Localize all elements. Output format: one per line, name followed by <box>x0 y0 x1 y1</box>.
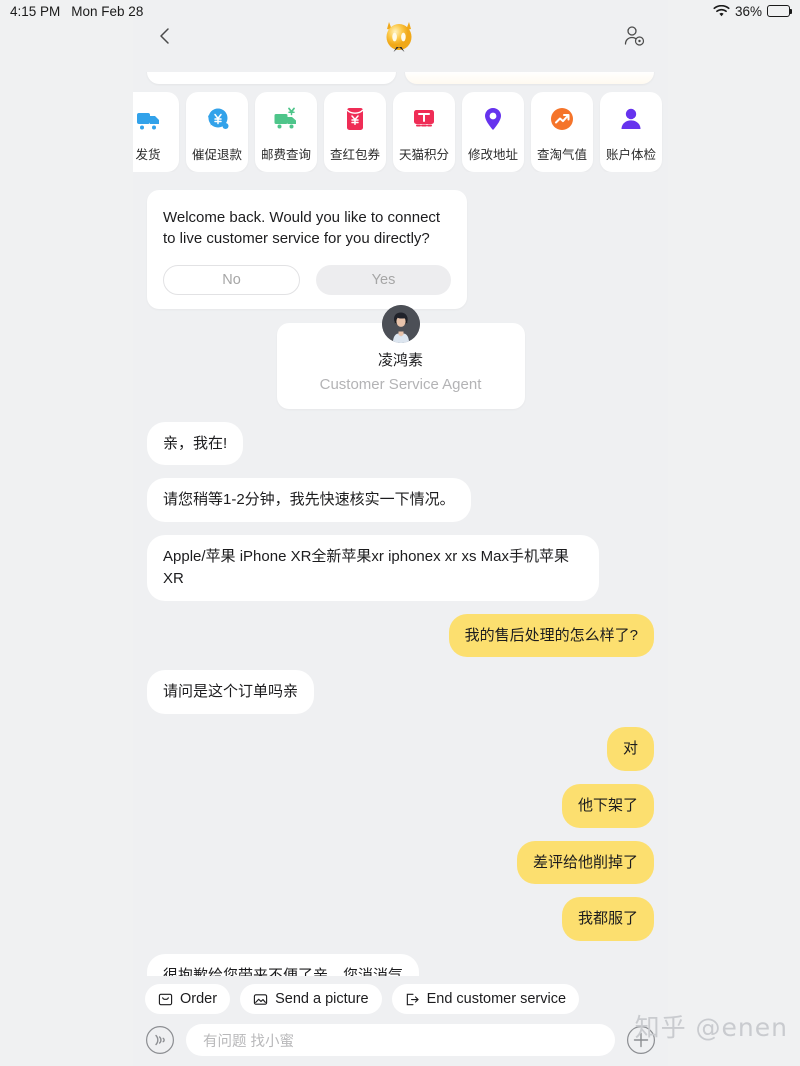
tmall-points-icon <box>409 104 439 134</box>
image-icon <box>253 993 268 1005</box>
message-row: 请您稍等1-2分钟，我先快速核实一下情况。 <box>147 478 654 523</box>
quick-action-label: 修改地址 <box>467 148 518 162</box>
agent-avatar <box>381 304 420 343</box>
quick-action-item[interactable]: 催促退款 <box>186 92 248 172</box>
message-row: 请问是这个订单吗亲 <box>147 670 654 715</box>
quick-action-item[interactable]: 账户体检 <box>600 92 662 172</box>
order-chip[interactable]: Order <box>145 984 231 1014</box>
battery-percent: 36% <box>734 3 762 19</box>
bottom-bar: Order Send a picture End customer servic… <box>133 976 668 1066</box>
send-picture-chip-label: Send a picture <box>275 991 369 1007</box>
message-bubble[interactable]: 请您稍等1-2分钟，我先快速核实一下情况。 <box>147 478 471 523</box>
agent-card[interactable]: 凌鸿素 Customer Service Agent <box>276 304 525 409</box>
quick-action-label: 发货 <box>135 148 161 162</box>
message-row: Apple/苹果 iPhone XR全新苹果xr iphonex xr xs M… <box>147 535 654 601</box>
quick-action-label: 查红包券 <box>329 148 380 162</box>
quick-action-label: 催促退款 <box>191 148 242 162</box>
message-bubble[interactable]: 他下架了 <box>561 783 654 828</box>
message-input-bar: 有问题 找小蜜 <box>145 1024 656 1056</box>
message-bubble[interactable]: 对 <box>606 727 654 771</box>
welcome-yes-button[interactable]: Yes <box>316 264 451 295</box>
end-service-chip[interactable]: End customer service <box>391 984 580 1014</box>
agent-role: Customer Service Agent <box>319 375 482 393</box>
red-packet-icon <box>340 104 370 134</box>
message-bubble[interactable]: 请问是这个订单吗亲 <box>147 670 315 715</box>
status-bar-right: 36% <box>713 3 793 19</box>
quick-action-item[interactable]: 查红包券 <box>324 92 386 172</box>
message-row: 对 <box>147 727 654 771</box>
message-bubble[interactable]: 亲，我在! <box>147 421 244 466</box>
message-bubble[interactable]: Apple/苹果 iPhone XR全新苹果xr iphonex xr xs M… <box>147 535 599 601</box>
battery-icon <box>767 5 793 17</box>
quick-action-item[interactable]: 修改地址 <box>462 92 524 172</box>
end-service-chip-label: End customer service <box>426 991 567 1007</box>
screen: 4:15 PM Mon Feb 28 36% 发货 催促退款 邮费查询 查红包券… <box>0 0 800 1066</box>
back-chevron-icon[interactable] <box>155 26 175 46</box>
refund-yen-icon <box>202 104 232 134</box>
quick-action-item[interactable]: 天猫积分 <box>393 92 455 172</box>
account-person-icon <box>616 104 646 134</box>
voice-wave-icon[interactable] <box>145 1025 175 1055</box>
action-chips: Order Send a picture End customer servic… <box>145 984 656 1014</box>
quick-action-item[interactable]: 查淘气值 <box>531 92 593 172</box>
quick-actions-row[interactable]: 发货 催促退款 邮费查询 查红包券 天猫积分 修改地址 查淘气值 账户体检 <box>133 84 668 172</box>
status-bar-left: 4:15 PM Mon Feb 28 <box>10 4 143 19</box>
message-bubble[interactable]: 差评给他削掉了 <box>516 840 654 885</box>
quick-action-label: 账户体检 <box>605 148 656 162</box>
status-date: Mon Feb 28 <box>71 3 144 19</box>
welcome-card: Welcome back. Would you like to connect … <box>147 190 467 309</box>
app-viewport: ·· ··· 发货 <box>133 0 668 1066</box>
wifi-icon <box>713 4 730 16</box>
welcome-buttons: No Yes <box>163 264 451 295</box>
status-bar: 4:15 PM Mon Feb 28 36% <box>0 0 800 22</box>
send-picture-chip[interactable]: Send a picture <box>240 984 382 1014</box>
welcome-text: Welcome back. Would you like to connect … <box>163 209 441 248</box>
shipping-fee-truck-icon <box>271 104 301 134</box>
quick-action-item[interactable]: 发货 <box>133 92 179 172</box>
agent-name: 凌鸿素 <box>377 351 423 369</box>
message-row: 我的售后处理的怎么样了? <box>147 613 654 658</box>
chat-scroll: Welcome back. Would you like to connect … <box>133 172 668 998</box>
plus-circle-icon[interactable] <box>626 1025 656 1055</box>
alime-bee-logo-icon <box>381 16 417 56</box>
profile-settings-icon[interactable] <box>622 24 646 48</box>
status-time: 4:15 PM <box>10 3 61 19</box>
message-bubble[interactable]: 我的售后处理的怎么样了? <box>448 613 654 658</box>
message-row: 亲，我在! <box>147 421 654 466</box>
message-row: 我都服了 <box>147 897 654 942</box>
quick-action-label: 查淘气值 <box>536 148 587 162</box>
message-input[interactable]: 有问题 找小蜜 <box>186 1024 615 1056</box>
welcome-no-button[interactable]: No <box>163 264 300 295</box>
quick-action-label: 天猫积分 <box>398 148 449 162</box>
message-bubble[interactable]: 我都服了 <box>561 897 654 942</box>
exit-arrow-icon <box>406 993 419 1005</box>
message-row: 差评给他削掉了 <box>147 840 654 885</box>
location-pin-icon <box>478 104 508 134</box>
order-chip-label: Order <box>180 991 218 1007</box>
quick-action-label: 邮费查询 <box>260 148 311 162</box>
message-row: 他下架了 <box>147 783 654 828</box>
trend-arrow-icon <box>547 104 577 134</box>
agent-card-wrap: 凌鸿素 Customer Service Agent <box>147 304 654 409</box>
order-box-icon <box>158 993 173 1005</box>
truck-icon <box>133 104 163 134</box>
quick-action-item[interactable]: 邮费查询 <box>255 92 317 172</box>
